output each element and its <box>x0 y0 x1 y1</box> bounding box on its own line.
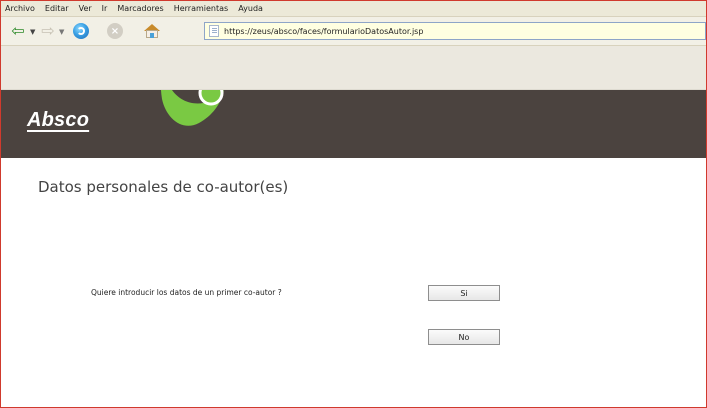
yes-button[interactable]: Si <box>428 285 500 301</box>
menu-ayuda[interactable]: Ayuda <box>238 4 263 13</box>
menu-ir[interactable]: Ir <box>102 4 108 13</box>
menu-marcadores[interactable]: Marcadores <box>117 4 163 13</box>
address-bar[interactable]: https://zeus/absco/faces/formularioDatos… <box>204 22 706 40</box>
coauthor-question: Quiere introducir los datos de un primer… <box>91 288 282 297</box>
forward-arrow-icon: ⇨ <box>41 21 55 40</box>
forward-dropdown-icon[interactable]: ▼ <box>59 28 64 36</box>
site-banner: Absco <box>1 90 706 158</box>
main-content: Datos personales de co-autor(es) Quiere … <box>1 158 706 407</box>
stop-icon: × <box>107 23 123 39</box>
forward-button[interactable]: ⇨ <box>39 22 57 40</box>
logo-mark-icon <box>160 90 224 126</box>
page-title: Datos personales de co-autor(es) <box>38 178 289 196</box>
reload-button[interactable] <box>71 22 91 40</box>
toolbar-spacer <box>1 46 706 90</box>
menu-herramientas[interactable]: Herramientas <box>174 4 229 13</box>
menu-archivo[interactable]: Archivo <box>5 4 35 13</box>
reload-icon <box>73 23 89 39</box>
page-icon <box>209 25 219 37</box>
home-button[interactable] <box>141 22 163 40</box>
navigation-toolbar: ⇦ ▼ ⇨ ▼ × https://zeus/absco/faces/formu… <box>1 17 706 46</box>
browser-window: Archivo Editar Ver Ir Marcadores Herrami… <box>0 0 707 408</box>
menu-editar[interactable]: Editar <box>45 4 69 13</box>
address-text[interactable]: https://zeus/absco/faces/formularioDatos… <box>224 27 423 36</box>
back-dropdown-icon[interactable]: ▼ <box>30 28 35 36</box>
no-button[interactable]: No <box>428 329 500 345</box>
back-arrow-icon: ⇦ <box>11 21 25 40</box>
stop-button[interactable]: × <box>106 22 124 40</box>
back-button[interactable]: ⇦ <box>9 22 27 40</box>
menu-ver[interactable]: Ver <box>79 4 92 13</box>
absco-logo: Absco <box>27 109 90 131</box>
home-icon <box>143 23 161 39</box>
menu-bar: Archivo Editar Ver Ir Marcadores Herrami… <box>1 1 706 17</box>
